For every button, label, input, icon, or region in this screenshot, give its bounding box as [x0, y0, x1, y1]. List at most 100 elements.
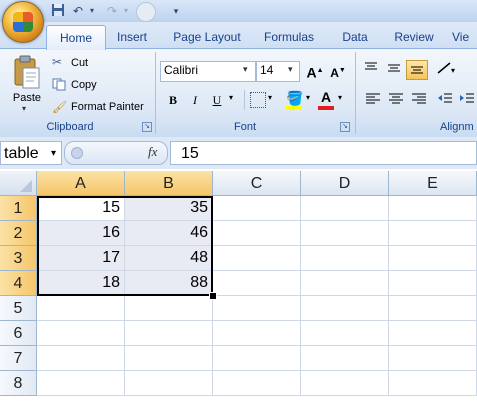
align-left-icon[interactable] — [362, 90, 384, 110]
cell-a6[interactable] — [37, 321, 125, 346]
cell-d2[interactable] — [301, 221, 389, 246]
font-color-button[interactable]: A — [321, 89, 331, 105]
name-box[interactable]: table ▾ — [0, 141, 62, 165]
save-icon[interactable] — [50, 3, 66, 19]
tab-formulas[interactable]: Formulas — [258, 26, 320, 48]
cell-a3[interactable]: 17 — [37, 246, 125, 271]
shrink-font-button[interactable]: A▼ — [327, 61, 349, 81]
cell-e5[interactable] — [389, 296, 477, 321]
cell-e8[interactable] — [389, 371, 477, 396]
cell-c6[interactable] — [213, 321, 301, 346]
tab-data[interactable]: Data — [335, 26, 375, 48]
fill-color-dropdown-icon[interactable]: ▾ — [306, 93, 310, 102]
cell-e3[interactable] — [389, 246, 477, 271]
insert-function-button[interactable]: fx — [148, 144, 157, 160]
formula-input[interactable]: 15 — [170, 141, 477, 165]
fill-handle[interactable] — [209, 292, 217, 300]
column-header-d[interactable]: D — [301, 171, 389, 196]
tab-home[interactable]: Home — [46, 25, 106, 50]
italic-button[interactable]: I — [184, 90, 206, 110]
cell-b3[interactable]: 48 — [125, 246, 213, 271]
cell-d1[interactable] — [301, 196, 389, 221]
borders-dropdown-icon[interactable]: ▾ — [268, 93, 272, 102]
cell-b5[interactable] — [125, 296, 213, 321]
cell-b4[interactable]: 88 — [125, 271, 213, 296]
row-header-5[interactable]: 5 — [0, 296, 37, 321]
cell-a1[interactable]: 15 — [37, 196, 125, 221]
cell-c2[interactable] — [213, 221, 301, 246]
customize-qat-icon[interactable]: ▾ — [168, 3, 184, 19]
grow-font-button[interactable]: A▲ — [304, 61, 326, 81]
font-size-dropdown-icon[interactable]: ▾ — [288, 64, 293, 75]
bold-button[interactable]: B — [162, 90, 184, 110]
row-header-2[interactable]: 2 — [0, 221, 37, 246]
cell-a7[interactable] — [37, 346, 125, 371]
cell-d5[interactable] — [301, 296, 389, 321]
column-header-c[interactable]: C — [213, 171, 301, 196]
cut-button[interactable]: Cut — [71, 54, 88, 72]
tab-page-layout[interactable]: Page Layout — [168, 26, 246, 48]
cell-e2[interactable] — [389, 221, 477, 246]
orientation-icon[interactable]: ▾ — [434, 60, 464, 80]
increase-indent-icon[interactable] — [456, 90, 477, 110]
cell-e1[interactable] — [389, 196, 477, 221]
align-middle-icon[interactable] — [383, 60, 405, 80]
office-button[interactable] — [2, 1, 44, 43]
paste-icon[interactable] — [12, 54, 42, 90]
row-header-7[interactable]: 7 — [0, 346, 37, 371]
handle-icon[interactable] — [71, 147, 83, 159]
font-dialog-launcher-icon[interactable]: ↘ — [340, 122, 350, 132]
row-header-8[interactable]: 8 — [0, 371, 37, 396]
clipboard-dialog-launcher-icon[interactable]: ↘ — [142, 122, 152, 132]
tab-review[interactable]: Review — [388, 26, 440, 48]
cell-d6[interactable] — [301, 321, 389, 346]
font-name-dropdown-icon[interactable]: ▾ — [243, 64, 248, 75]
cell-c3[interactable] — [213, 246, 301, 271]
format-painter-button[interactable]: Format Painter — [71, 98, 144, 116]
paste-button[interactable]: Paste — [11, 92, 43, 104]
font-name-select[interactable]: Calibri ▾ — [160, 61, 256, 82]
borders-icon[interactable] — [250, 92, 266, 108]
align-right-icon[interactable] — [408, 90, 430, 110]
column-header-a[interactable]: A — [37, 171, 125, 196]
row-header-3[interactable]: 3 — [0, 246, 37, 271]
copy-button[interactable]: Copy — [71, 76, 97, 94]
cell-c8[interactable] — [213, 371, 301, 396]
underline-button[interactable]: U — [206, 90, 228, 110]
cell-e6[interactable] — [389, 321, 477, 346]
cell-a2[interactable]: 16 — [37, 221, 125, 246]
cell-b6[interactable] — [125, 321, 213, 346]
column-header-b[interactable]: B — [125, 171, 213, 196]
font-color-dropdown-icon[interactable]: ▾ — [338, 93, 342, 102]
cell-c1[interactable] — [213, 196, 301, 221]
font-size-select[interactable]: 14 ▾ — [256, 61, 300, 82]
cell-d8[interactable] — [301, 371, 389, 396]
cell-b2[interactable]: 46 — [125, 221, 213, 246]
cell-c5[interactable] — [213, 296, 301, 321]
cell-e7[interactable] — [389, 346, 477, 371]
cell-c7[interactable] — [213, 346, 301, 371]
cell-a5[interactable] — [37, 296, 125, 321]
row-header-1[interactable]: 1 — [0, 196, 37, 221]
align-center-icon[interactable] — [385, 90, 407, 110]
cell-d4[interactable] — [301, 271, 389, 296]
row-header-6[interactable]: 6 — [0, 321, 37, 346]
cell-c4[interactable] — [213, 271, 301, 296]
tab-insert[interactable]: Insert — [110, 26, 154, 48]
cell-b8[interactable] — [125, 371, 213, 396]
paste-dropdown-icon[interactable]: ▾ — [22, 104, 26, 113]
decrease-indent-icon[interactable] — [434, 90, 456, 110]
align-top-icon[interactable] — [360, 60, 382, 80]
fill-color-icon[interactable]: 🪣 — [286, 90, 303, 107]
cell-a8[interactable] — [37, 371, 125, 396]
name-box-dropdown-icon[interactable]: ▾ — [51, 142, 56, 166]
column-header-e[interactable]: E — [389, 171, 477, 196]
cell-b7[interactable] — [125, 346, 213, 371]
cell-a4[interactable]: 18 — [37, 271, 125, 296]
tab-view[interactable]: Vie — [452, 26, 477, 48]
align-bottom-icon[interactable] — [406, 60, 428, 80]
cell-d3[interactable] — [301, 246, 389, 271]
cell-d7[interactable] — [301, 346, 389, 371]
undo-dropdown-icon[interactable]: ▾ — [84, 3, 100, 19]
cell-e4[interactable] — [389, 271, 477, 296]
